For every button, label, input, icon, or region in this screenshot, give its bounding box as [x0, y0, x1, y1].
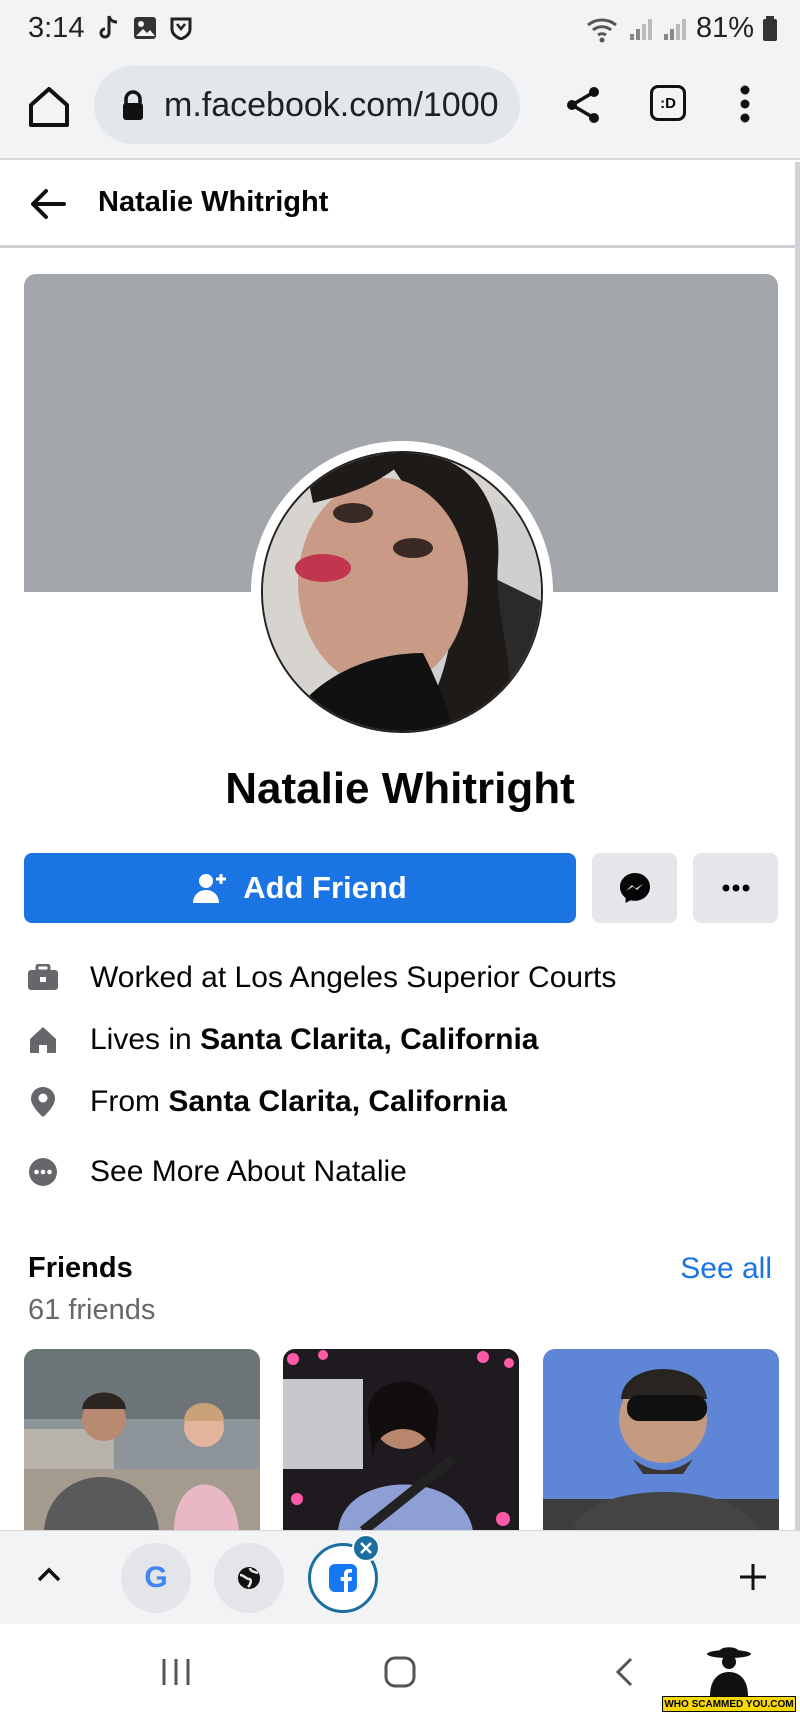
back-nav-icon[interactable] [612, 1656, 636, 1688]
friends-title: Friends [28, 1252, 133, 1284]
spy-figure-icon [707, 1647, 751, 1696]
watermark-logo: WHO SCAMMED YOU.COM [662, 1642, 796, 1712]
friend-photo-image [24, 1349, 260, 1531]
from-place[interactable]: Santa Clarita, California [168, 1085, 506, 1119]
home-icon[interactable] [26, 84, 72, 130]
friend-photo[interactable] [24, 1349, 260, 1531]
work-text: Worked at Los Angeles Superior Courts [90, 961, 617, 994]
more-options-button[interactable] [693, 853, 778, 923]
globe-icon [238, 1567, 260, 1589]
profile-picture[interactable] [261, 451, 543, 733]
profile-picture-image [263, 453, 541, 731]
more-menu-icon[interactable] [735, 82, 755, 126]
signal-icon-1 [629, 18, 652, 40]
info-see-more[interactable]: See More About Natalie [26, 1150, 786, 1194]
friend-photo-image [283, 1349, 519, 1531]
google-icon: G [144, 1561, 168, 1594]
shield-app-icon [170, 17, 192, 40]
home-nav-icon[interactable] [383, 1655, 417, 1689]
status-time: 3:14 [28, 12, 85, 44]
close-tab-icon[interactable] [352, 1534, 380, 1562]
messenger-icon [619, 873, 650, 903]
lives-place[interactable]: Santa Clarita, California [200, 1023, 538, 1057]
friend-photo-image [543, 1349, 779, 1531]
facebook-icon [329, 1564, 357, 1592]
status-bar: 3:14 81% [0, 0, 800, 58]
notification-icons [96, 14, 192, 42]
message-button[interactable] [592, 853, 677, 923]
wifi-icon [586, 17, 617, 42]
add-friend-label: Add Friend [243, 870, 407, 905]
share-icon[interactable] [564, 84, 604, 126]
tiktok-icon [99, 15, 118, 39]
fb-page-header: Natalie Whitright [0, 162, 800, 248]
more-dots-icon [722, 884, 749, 892]
friends-count: 61 friends [28, 1294, 156, 1326]
add-friend-button[interactable]: Add Friend [24, 853, 576, 923]
home-house-icon [26, 1023, 60, 1057]
web-tab-button[interactable] [214, 1543, 284, 1613]
see-more-text[interactable]: See More About Natalie [90, 1155, 407, 1189]
lives-prefix: Lives in [90, 1023, 201, 1056]
battery-icon [763, 15, 777, 41]
browser-toolbar: m.facebook.com/1000 :D [0, 58, 800, 160]
see-all-link[interactable]: See all [680, 1252, 772, 1286]
new-tab-plus-icon[interactable] [738, 1562, 768, 1592]
scrollbar[interactable] [795, 162, 800, 1532]
chevron-up-icon[interactable] [34, 1563, 64, 1585]
briefcase-icon [26, 961, 60, 995]
info-from: From Santa Clarita, California [26, 1080, 786, 1124]
gallery-icon [134, 17, 156, 39]
info-lives: Lives in Santa Clarita, California [26, 1018, 786, 1062]
info-work: Worked at Los Angeles Superior Courts [26, 956, 786, 1000]
more-circle-icon [26, 1155, 60, 1189]
browser-tab-strip: G [0, 1530, 800, 1624]
friend-photo[interactable] [543, 1349, 779, 1531]
battery-level: 81% [695, 12, 754, 44]
signal-icon-2 [663, 18, 686, 40]
friend-photo[interactable] [283, 1349, 519, 1531]
address-bar[interactable]: m.facebook.com/1000 [94, 66, 520, 144]
add-friend-icon [193, 874, 227, 903]
recent-apps-icon[interactable] [160, 1657, 192, 1687]
profile-name: Natalie Whitright [225, 764, 575, 813]
url-text[interactable]: m.facebook.com/1000 [164, 86, 504, 125]
google-tab-button[interactable]: G [121, 1543, 191, 1613]
location-pin-icon [26, 1085, 60, 1119]
watermark-text: WHO SCAMMED YOU.COM [662, 1696, 796, 1712]
status-right: 81% [586, 12, 778, 45]
header-title: Natalie Whitright [98, 186, 329, 218]
back-arrow-icon[interactable] [28, 184, 68, 224]
tab-switcher-icon[interactable]: :D [650, 85, 686, 121]
lock-icon [123, 90, 143, 120]
from-prefix: From [90, 1085, 169, 1118]
